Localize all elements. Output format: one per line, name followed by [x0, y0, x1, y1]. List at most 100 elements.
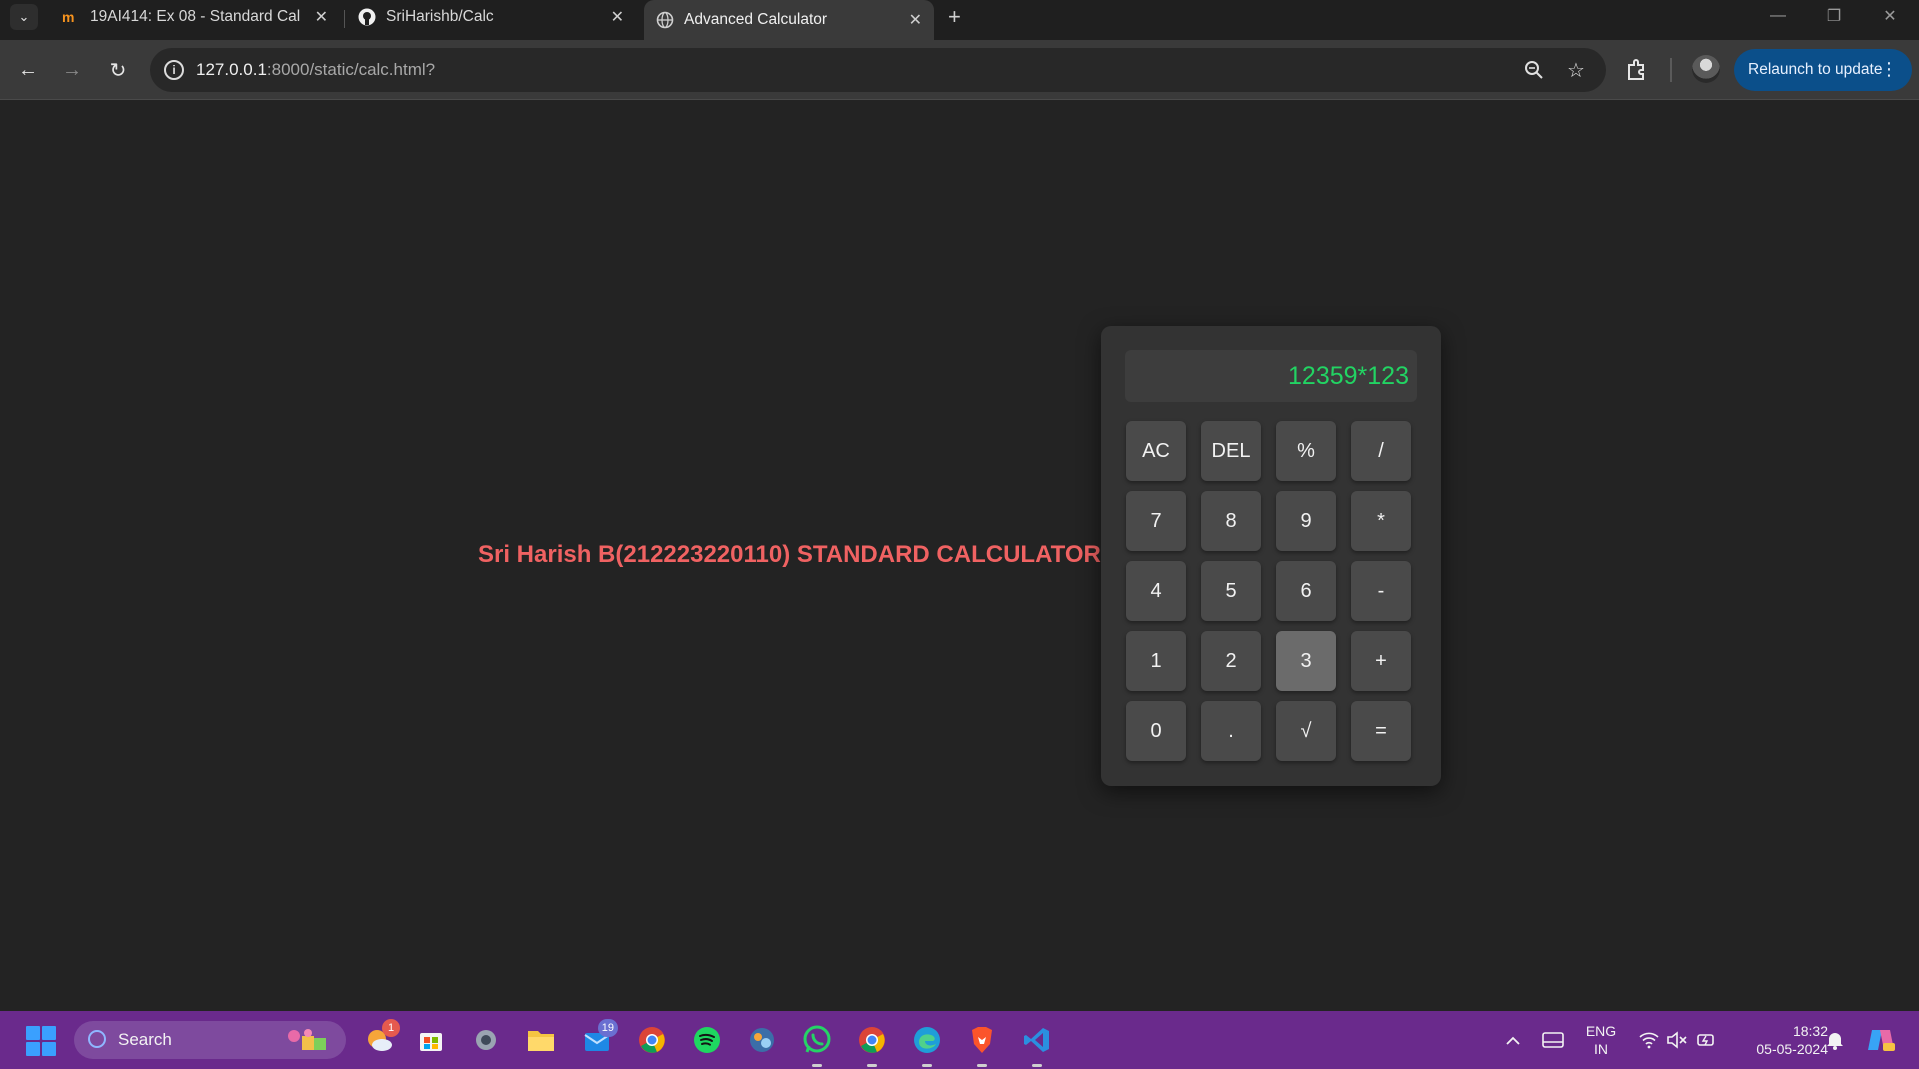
key-8[interactable]: 8 — [1201, 491, 1261, 551]
key-percent[interactable]: % — [1276, 421, 1336, 481]
back-button[interactable]: ← — [14, 56, 42, 84]
svg-text:m: m — [62, 10, 74, 24]
clock-time: 18:32 — [1792, 1023, 1828, 1039]
weather-badge: 1 — [382, 1019, 400, 1037]
profile-avatar[interactable] — [1692, 55, 1720, 83]
edge-icon[interactable] — [910, 1023, 944, 1067]
reload-button[interactable]: ↻ — [104, 56, 132, 84]
key-ac[interactable]: AC — [1126, 421, 1186, 481]
mail-badge: 19 — [597, 1019, 618, 1037]
forward-button[interactable]: → — [58, 56, 86, 84]
search-label: Search — [118, 1030, 172, 1049]
language-indicator[interactable]: ENG IN — [1580, 1022, 1622, 1058]
tab-title: SriHarishb/Calc — [386, 8, 494, 25]
tab-search-button[interactable]: ⌄ — [10, 4, 38, 30]
new-tab-button[interactable]: + — [948, 4, 961, 30]
brave-icon[interactable] — [965, 1023, 999, 1067]
key-divide[interactable]: / — [1351, 421, 1411, 481]
key-equals[interactable]: = — [1351, 701, 1411, 761]
running-indicator — [977, 1064, 987, 1067]
chevron-up-icon[interactable] — [1496, 1023, 1530, 1057]
url-text[interactable]: 127.0.0.1:8000/static/calc.html? — [196, 60, 435, 80]
key-multiply[interactable]: * — [1351, 491, 1411, 551]
toolbar-divider — [1670, 58, 1672, 82]
key-0[interactable]: 0 — [1126, 701, 1186, 761]
notification-bell-icon[interactable] — [1818, 1023, 1852, 1057]
tab-strip: ⌄ m 19AI414: Ex 08 - Standard Calcu ✕ Sr… — [0, 0, 1919, 40]
key-1[interactable]: 1 — [1126, 631, 1186, 691]
calculator-display: 12359*123 — [1125, 350, 1417, 402]
reload-icon: ↻ — [109, 59, 127, 82]
restore-button[interactable]: ❐ — [1806, 0, 1862, 32]
key-subtract[interactable]: - — [1351, 561, 1411, 621]
minimize-button[interactable]: — — [1750, 0, 1806, 32]
windows-taskbar: Search 1 19 ENG IN 18:32 05-05-2024 — [0, 1011, 1919, 1069]
weather-widget-icon[interactable]: 1 — [362, 1019, 400, 1057]
microsoft-store-icon[interactable] — [414, 1023, 448, 1057]
key-3[interactable]: 3 — [1276, 631, 1336, 691]
github-icon — [358, 8, 376, 26]
more-options-icon[interactable]: ⋮ — [1880, 59, 1898, 80]
relaunch-to-update-button[interactable]: Relaunch to update ⋮ — [1734, 49, 1912, 91]
close-icon[interactable]: ✕ — [611, 7, 624, 27]
key-9[interactable]: 9 — [1276, 491, 1336, 551]
site-info-icon[interactable]: i — [164, 60, 184, 80]
calculator: 12359*123 AC DEL % / 7 8 9 * 4 5 6 - 1 2… — [1101, 326, 1441, 786]
tab-divider — [344, 10, 345, 28]
windows-start-icon[interactable] — [26, 1026, 56, 1056]
chrome-icon[interactable] — [855, 1023, 889, 1067]
volume-muted-icon[interactable] — [1660, 1023, 1694, 1057]
extensions-icon[interactable] — [1624, 56, 1652, 84]
battery-charging-icon[interactable] — [1690, 1023, 1724, 1057]
touch-keyboard-icon[interactable] — [1536, 1023, 1570, 1057]
mail-icon[interactable]: 19 — [580, 1019, 618, 1057]
clock[interactable]: 18:32 05-05-2024 — [1732, 1022, 1828, 1058]
vscode-icon[interactable] — [1020, 1023, 1054, 1067]
search-icon — [88, 1030, 106, 1048]
close-icon[interactable]: ✕ — [909, 10, 922, 30]
bookmark-star-icon[interactable]: ☆ — [1564, 58, 1588, 82]
running-indicator — [922, 1064, 932, 1067]
running-indicator — [812, 1064, 822, 1067]
photos-app-icon[interactable] — [745, 1023, 779, 1057]
clock-date: 05-05-2024 — [1756, 1041, 1828, 1057]
tab-title: 19AI414: Ex 08 - Standard Calcu — [90, 8, 300, 25]
whatsapp-icon[interactable] — [800, 1023, 834, 1067]
chrome-icon[interactable] — [635, 1023, 669, 1057]
key-4[interactable]: 4 — [1126, 561, 1186, 621]
globe-icon — [656, 11, 674, 29]
spotify-icon[interactable] — [690, 1023, 724, 1057]
page-content: Sri Harish B(212223220110) STANDARD CALC… — [0, 101, 1919, 1011]
close-window-button[interactable]: ✕ — [1862, 0, 1918, 32]
chevron-down-icon: ⌄ — [18, 9, 30, 24]
tab-advanced-calculator[interactable]: Advanced Calculator ✕ — [644, 0, 934, 40]
page-heading: Sri Harish B(212223220110) STANDARD CALC… — [478, 541, 1101, 568]
key-7[interactable]: 7 — [1126, 491, 1186, 551]
settings-gear-icon[interactable] — [469, 1023, 503, 1057]
key-del[interactable]: DEL — [1201, 421, 1261, 481]
running-indicator — [1032, 1064, 1042, 1067]
copilot-icon[interactable] — [1864, 1023, 1898, 1057]
key-6[interactable]: 6 — [1276, 561, 1336, 621]
file-explorer-icon[interactable] — [524, 1023, 558, 1057]
key-sqrt[interactable]: √ — [1276, 701, 1336, 761]
search-highlight-icon — [284, 1026, 330, 1054]
region-code: IN — [1594, 1041, 1608, 1057]
taskbar-search[interactable]: Search — [74, 1021, 346, 1059]
moodle-icon: m — [62, 8, 80, 26]
tab-github[interactable]: SriHarishb/Calc ✕ — [346, 0, 636, 34]
key-decimal[interactable]: . — [1201, 701, 1261, 761]
calculator-keypad: AC DEL % / 7 8 9 * 4 5 6 - 1 2 3 + 0 . √… — [1126, 421, 1412, 761]
tab-moodle[interactable]: m 19AI414: Ex 08 - Standard Calcu ✕ — [50, 0, 340, 34]
close-icon[interactable]: ✕ — [315, 7, 328, 27]
address-bar[interactable]: i 127.0.0.1:8000/static/calc.html? ☆ — [150, 48, 1606, 92]
arrow-right-icon: → — [62, 58, 82, 81]
key-2[interactable]: 2 — [1201, 631, 1261, 691]
tab-title: Advanced Calculator — [684, 11, 828, 28]
language-code: ENG — [1585, 1023, 1617, 1039]
key-5[interactable]: 5 — [1201, 561, 1261, 621]
relaunch-label: Relaunch to update — [1748, 61, 1883, 78]
arrow-left-icon: ← — [18, 58, 38, 81]
zoom-icon[interactable] — [1522, 58, 1546, 82]
key-add[interactable]: + — [1351, 631, 1411, 691]
